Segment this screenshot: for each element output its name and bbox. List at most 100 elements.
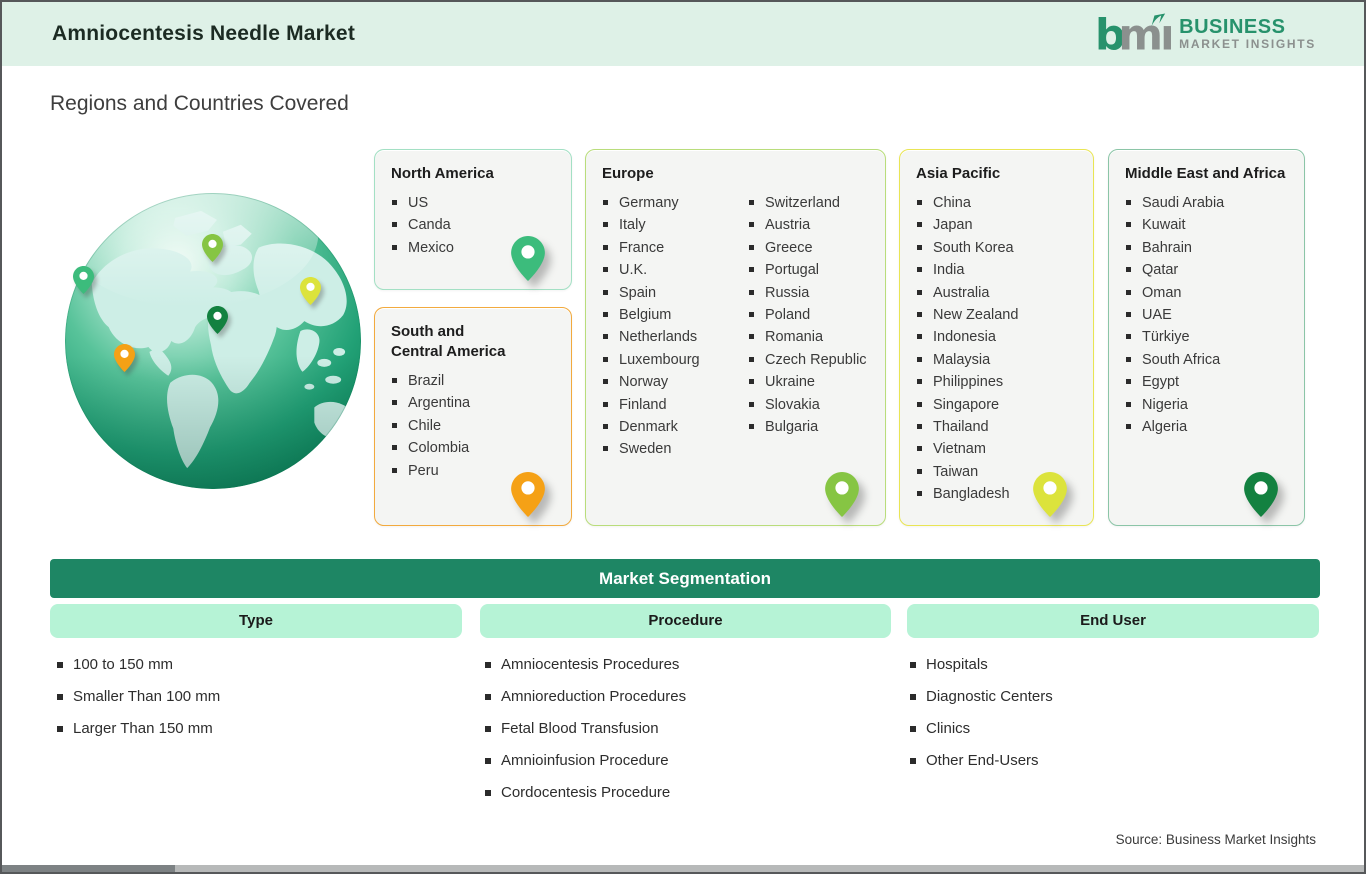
location-pin-icon bbox=[1033, 472, 1067, 517]
country-list: GermanyItalyFranceU.K.SpainBelgiumNether… bbox=[600, 192, 746, 461]
scrollbar-thumb[interactable] bbox=[2, 865, 175, 872]
region-title: South and Central America bbox=[391, 322, 511, 362]
segment-header-end-user: End User bbox=[907, 604, 1319, 638]
bmi-logo-text: BUSINESS MARKET INSIGHTS bbox=[1179, 17, 1316, 51]
list-item: Slovakia bbox=[746, 394, 867, 416]
location-pin-icon bbox=[511, 236, 545, 281]
region-title: Europe bbox=[602, 164, 871, 184]
region-title: Asia Pacific bbox=[916, 164, 1079, 184]
segment-list-type: 100 to 150 mmSmaller Than 100 mmLarger T… bbox=[57, 654, 220, 750]
list-item: US bbox=[389, 192, 557, 214]
segment-list-procedure: Amniocentesis ProceduresAmnioreduction P… bbox=[485, 654, 686, 814]
list-item: Fetal Blood Transfusion bbox=[485, 718, 686, 750]
bmi-logo-icon: b mı bbox=[1095, 10, 1171, 58]
page-title: Amniocentesis Needle Market bbox=[52, 22, 355, 46]
list-item: Singapore bbox=[914, 394, 1079, 416]
list-item: Czech Republic bbox=[746, 349, 867, 371]
list-item: Argentina bbox=[389, 392, 557, 414]
globe-illustration bbox=[64, 192, 362, 490]
location-pin-icon bbox=[511, 472, 545, 517]
list-item: Smaller Than 100 mm bbox=[57, 686, 220, 718]
list-item: Philippines bbox=[914, 371, 1079, 393]
list-item: Diagnostic Centers bbox=[910, 686, 1053, 718]
list-item: South Korea bbox=[914, 237, 1079, 259]
list-item: Denmark bbox=[600, 416, 746, 438]
list-item: Chile bbox=[389, 415, 557, 437]
header-bar: Amniocentesis Needle Market b mı BUSINES… bbox=[2, 2, 1364, 66]
logo-line1: BUSINESS bbox=[1179, 17, 1316, 38]
section-title: Regions and Countries Covered bbox=[50, 92, 349, 116]
list-item: Kuwait bbox=[1123, 214, 1290, 236]
list-item: Poland bbox=[746, 304, 867, 326]
country-list: ChinaJapanSouth KoreaIndiaAustraliaNew Z… bbox=[914, 192, 1079, 506]
list-item: Japan bbox=[914, 214, 1079, 236]
list-item: Austria bbox=[746, 214, 867, 236]
list-item: Amnioinfusion Procedure bbox=[485, 750, 686, 782]
region-card-north-america: North America USCandaMexico bbox=[374, 149, 572, 290]
list-item: Ukraine bbox=[746, 371, 867, 393]
list-item: Romania bbox=[746, 326, 867, 348]
region-title: Middle East and Africa bbox=[1125, 164, 1290, 184]
list-item: U.K. bbox=[600, 259, 746, 281]
segment-header-type: Type bbox=[50, 604, 462, 638]
list-item: Belgium bbox=[600, 304, 746, 326]
list-item: China bbox=[914, 192, 1079, 214]
list-item: Australia bbox=[914, 282, 1079, 304]
list-item: Germany bbox=[600, 192, 746, 214]
segment-list-end-user: HospitalsDiagnostic CentersClinicsOther … bbox=[910, 654, 1053, 782]
list-item: India bbox=[914, 259, 1079, 281]
list-item: Canda bbox=[389, 214, 557, 236]
location-pin-icon bbox=[1244, 472, 1278, 517]
country-list: BrazilArgentinaChileColombiaPeru bbox=[389, 370, 557, 482]
segment-header-procedure: Procedure bbox=[480, 604, 891, 638]
location-pin-icon bbox=[73, 266, 94, 294]
list-item: Finland bbox=[600, 394, 746, 416]
list-item: Norway bbox=[600, 371, 746, 393]
list-item: Nigeria bbox=[1123, 394, 1290, 416]
list-item: Netherlands bbox=[600, 326, 746, 348]
list-item: Clinics bbox=[910, 718, 1053, 750]
horizontal-scrollbar[interactable] bbox=[2, 865, 1364, 872]
list-item: Brazil bbox=[389, 370, 557, 392]
market-segmentation-header: Market Segmentation bbox=[50, 559, 1320, 598]
list-item: New Zealand bbox=[914, 304, 1079, 326]
location-pin-icon bbox=[202, 234, 223, 262]
list-item: Russia bbox=[746, 282, 867, 304]
list-item: Algeria bbox=[1123, 416, 1290, 438]
list-item: Türkiye bbox=[1123, 326, 1290, 348]
list-item: Portugal bbox=[746, 259, 867, 281]
list-item: UAE bbox=[1123, 304, 1290, 326]
list-item: Oman bbox=[1123, 282, 1290, 304]
list-item: Colombia bbox=[389, 437, 557, 459]
list-item: Malaysia bbox=[914, 349, 1079, 371]
list-item: Saudi Arabia bbox=[1123, 192, 1290, 214]
infographic-root: Amniocentesis Needle Market b mı BUSINES… bbox=[0, 0, 1366, 874]
location-pin-icon bbox=[207, 306, 228, 334]
region-card-europe: Europe GermanyItalyFranceU.K.SpainBelgiu… bbox=[585, 149, 886, 526]
list-item: Spain bbox=[600, 282, 746, 304]
region-card-south-central-america: South and Central America BrazilArgentin… bbox=[374, 307, 572, 526]
region-card-asia-pacific: Asia Pacific ChinaJapanSouth KoreaIndiaA… bbox=[899, 149, 1094, 526]
list-item: Luxembourg bbox=[600, 349, 746, 371]
list-item: Thailand bbox=[914, 416, 1079, 438]
source-note: Source: Business Market Insights bbox=[1116, 832, 1316, 847]
list-item: 100 to 150 mm bbox=[57, 654, 220, 686]
list-item: Larger Than 150 mm bbox=[57, 718, 220, 750]
location-pin-icon bbox=[825, 472, 859, 517]
country-list: SwitzerlandAustriaGreecePortugalRussiaPo… bbox=[746, 192, 867, 461]
region-card-middle-east-africa: Middle East and Africa Saudi ArabiaKuwai… bbox=[1108, 149, 1305, 526]
list-item: Other End-Users bbox=[910, 750, 1053, 782]
list-item: Amnioreduction Procedures bbox=[485, 686, 686, 718]
list-item: Hospitals bbox=[910, 654, 1053, 686]
region-title: North America bbox=[391, 164, 557, 184]
list-item: Italy bbox=[600, 214, 746, 236]
list-item: Indonesia bbox=[914, 326, 1079, 348]
country-list: Saudi ArabiaKuwaitBahrainQatarOmanUAETür… bbox=[1123, 192, 1290, 438]
list-item: Sweden bbox=[600, 438, 746, 460]
list-item: Egypt bbox=[1123, 371, 1290, 393]
list-item: Qatar bbox=[1123, 259, 1290, 281]
logo-line2: MARKET INSIGHTS bbox=[1179, 38, 1316, 51]
list-item: Bulgaria bbox=[746, 416, 867, 438]
bmi-logo: b mı BUSINESS MARKET INSIGHTS bbox=[1095, 10, 1316, 58]
list-item: Switzerland bbox=[746, 192, 867, 214]
